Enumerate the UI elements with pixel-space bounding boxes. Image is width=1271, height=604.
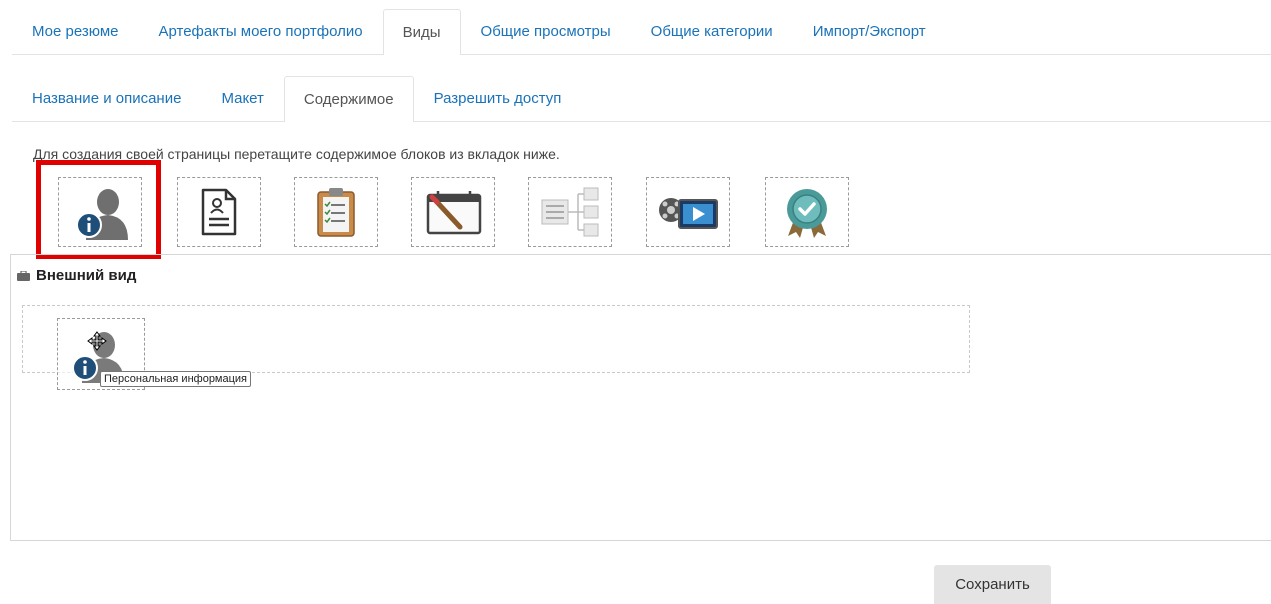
highlight-frame xyxy=(36,160,161,259)
tab-portfolio-artefacts[interactable]: Артефакты моего портфолио xyxy=(138,8,382,54)
section-appearance: Внешний вид xyxy=(17,267,136,284)
tab-title-description[interactable]: Название и описание xyxy=(12,75,201,121)
tab-layout[interactable]: Макет xyxy=(201,75,283,121)
sub-tabs: Название и описание Макет Содержимое Раз… xyxy=(12,75,1271,122)
tab-shared-categories[interactable]: Общие категории xyxy=(631,8,793,54)
block-plans[interactable] xyxy=(294,177,378,247)
move-cursor-icon xyxy=(87,331,107,351)
badge-certificate-icon xyxy=(787,189,827,238)
tree-structure-icon xyxy=(541,187,599,237)
layout-panel xyxy=(10,254,1271,541)
tooltip: Персональная информация xyxy=(100,371,252,387)
resume-document-icon xyxy=(201,188,237,236)
block-navigation[interactable] xyxy=(528,177,612,247)
checklist-clipboard-icon xyxy=(317,188,355,237)
block-journal[interactable] xyxy=(411,177,495,247)
video-media-icon xyxy=(659,198,718,229)
tab-import-export[interactable]: Импорт/Экспорт xyxy=(793,8,946,54)
tab-my-resume[interactable]: Мое резюме xyxy=(12,8,138,54)
tab-content[interactable]: Содержимое xyxy=(283,76,414,122)
tab-shared-views[interactable]: Общие просмотры xyxy=(461,8,631,54)
tab-share-access[interactable]: Разрешить доступ xyxy=(414,75,582,121)
block-resume[interactable] xyxy=(177,177,261,247)
section-title: Внешний вид xyxy=(36,267,137,284)
tab-views[interactable]: Виды xyxy=(382,9,461,55)
save-button[interactable]: Сохранить xyxy=(934,565,1051,604)
main-tabs: Мое резюме Артефакты моего портфолио Вид… xyxy=(12,8,1271,55)
calendar-notepad-icon xyxy=(426,191,482,235)
briefcase-icon xyxy=(17,270,30,281)
block-badges[interactable] xyxy=(765,177,849,247)
block-media[interactable] xyxy=(646,177,730,247)
drop-zone[interactable] xyxy=(22,305,970,373)
